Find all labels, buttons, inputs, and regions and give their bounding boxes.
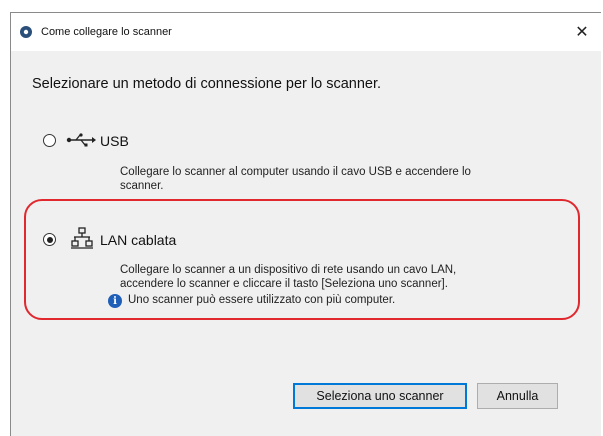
usb-radio[interactable] — [43, 134, 56, 147]
close-button[interactable]: ✕ — [562, 13, 602, 51]
lan-note: Uno scanner può essere utilizzato con pi… — [128, 294, 396, 306]
usb-icon — [66, 133, 96, 147]
lan-radio[interactable] — [43, 233, 56, 246]
info-icon: i — [108, 294, 122, 308]
network-icon — [71, 227, 93, 249]
lan-label[interactable]: LAN cablata — [100, 232, 176, 248]
select-scanner-button[interactable]: Seleziona uno scanner — [293, 383, 467, 409]
close-icon: ✕ — [575, 24, 589, 41]
usb-label[interactable]: USB — [100, 133, 129, 149]
usb-description-line: scanner. — [120, 180, 164, 192]
lan-description-line: Collegare lo scanner a un dispositivo di… — [120, 264, 457, 276]
instruction-text: Selezionare un metodo di connessione per… — [32, 76, 382, 92]
lan-description-line: accendere lo scanner e cliccare il tasto… — [120, 278, 448, 290]
scanner-app-icon — [20, 26, 32, 38]
usb-description: Collegare lo scanner al computer usando … — [120, 165, 471, 193]
lan-description: Collegare lo scanner a un dispositivo di… — [120, 263, 456, 291]
cancel-button[interactable]: Annulla — [477, 383, 558, 409]
window-title: Come collegare lo scanner — [41, 26, 172, 38]
title-bar: Come collegare lo scanner ✕ — [11, 13, 602, 51]
usb-description-line: Collegare lo scanner al computer usando … — [120, 166, 471, 178]
